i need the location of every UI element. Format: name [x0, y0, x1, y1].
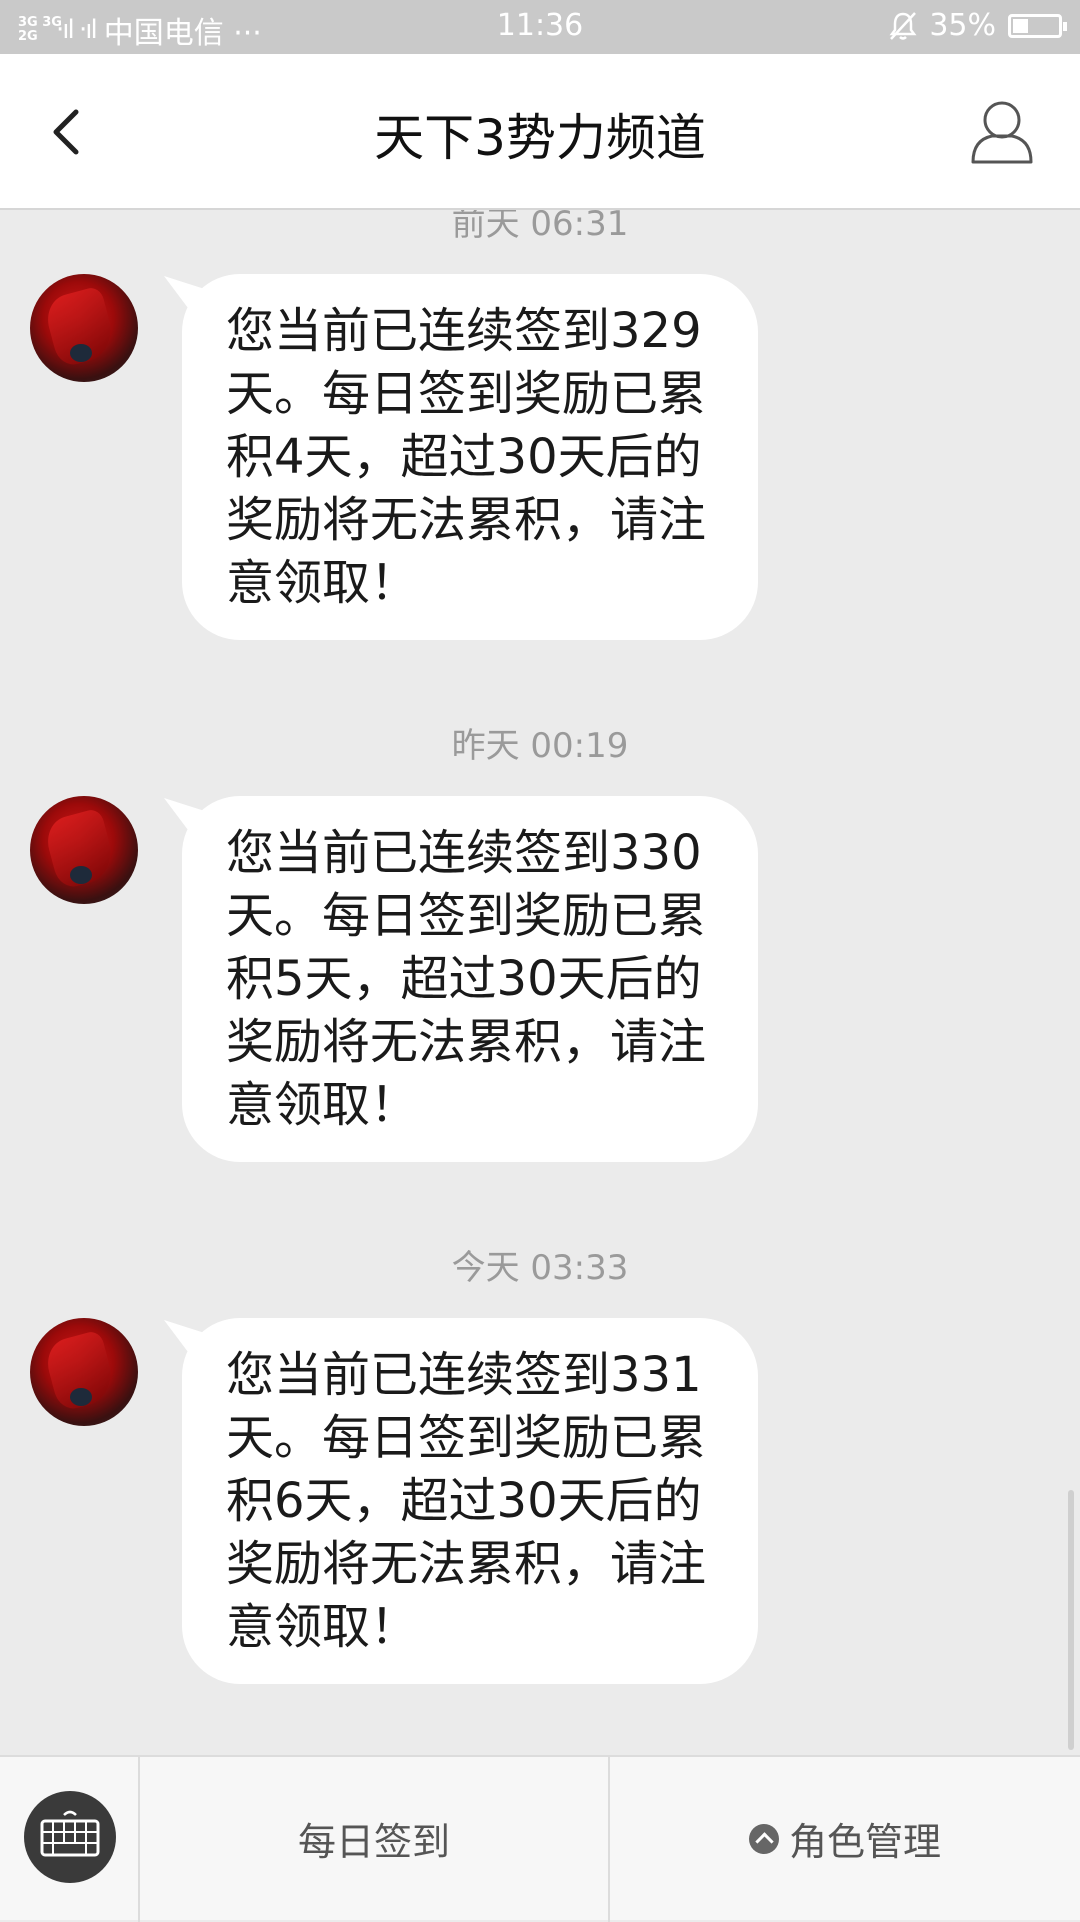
user-icon — [971, 101, 1033, 164]
battery-icon — [1008, 13, 1067, 38]
bottom-menu-bar: 每日签到 角色管理 — [0, 1755, 1080, 1922]
message-bubble[interactable]: 您当前已连续签到330天。每日签到奖励已累积5天，超过30天后的奖励将无法累积，… — [182, 796, 758, 1162]
message-bubble[interactable]: 您当前已连续签到329天。每日签到奖励已累积4天，超过30天后的奖励将无法累积，… — [182, 274, 758, 640]
bell-off-icon — [889, 11, 917, 40]
avatar[interactable] — [30, 274, 138, 382]
role-management-label: 角色管理 — [788, 1820, 941, 1864]
daily-checkin-label: 每日签到 — [297, 1820, 450, 1864]
battery-percent: 35% — [929, 8, 996, 43]
battery-fill — [1013, 18, 1028, 33]
page-title: 天下3势力频道 — [374, 109, 706, 167]
role-management-button[interactable]: 角色管理 — [610, 1757, 1080, 1920]
keyboard-toggle-button[interactable] — [24, 1791, 116, 1883]
chevron-up-icon — [748, 1823, 779, 1854]
message-timestamp: 前天 06:31 — [451, 210, 629, 244]
message-timestamp: 昨天 00:19 — [451, 726, 629, 766]
status-bar: 3G 3G 2G ·ıl ·ıl 中国电信 ··· 11:36 35% — [0, 0, 1080, 54]
message-timestamp: 今天 03:33 — [451, 1248, 629, 1288]
daily-checkin-button[interactable]: 每日签到 — [140, 1757, 608, 1920]
avatar[interactable] — [30, 796, 138, 904]
app-header: 天下3势力频道 — [0, 54, 1080, 210]
keyboard-icon — [40, 1810, 100, 1857]
message-bubble[interactable]: 您当前已连续签到331天。每日签到奖励已累积6天，超过30天后的奖励将无法累积，… — [182, 1318, 758, 1684]
profile-button[interactable] — [970, 98, 1034, 168]
message-list[interactable]: 前天 06:31 您当前已连续签到329天。每日签到奖励已累积4天，超过30天后… — [0, 210, 1080, 1755]
scrollbar[interactable] — [1068, 1490, 1074, 1750]
avatar[interactable] — [30, 1318, 138, 1426]
